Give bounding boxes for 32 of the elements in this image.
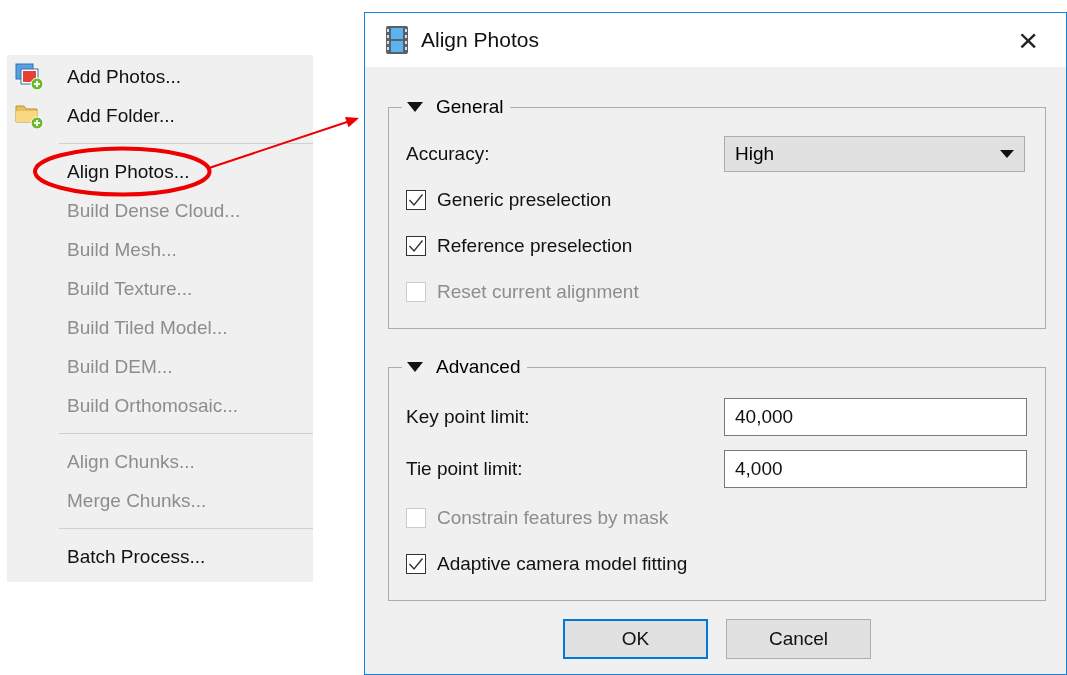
check-icon [408,193,424,207]
menu-item[interactable]: Batch Process... [67,543,206,570]
add-photos-icon [15,62,45,91]
cancel-button[interactable]: Cancel [726,619,871,659]
checkbox[interactable] [406,190,426,210]
expand-triangle-icon[interactable] [406,101,424,113]
ok-button[interactable]: OK [563,619,708,659]
caret-icon [1000,150,1014,158]
checkbox[interactable] [406,236,426,256]
check-icon [408,557,424,571]
checkbox-label: Constrain features by mask [437,507,669,529]
menu-item[interactable]: Add Folder... [67,102,175,129]
checkbox-label: Adaptive camera model fitting [437,553,688,575]
input-field[interactable]: 4,000 [724,450,1027,488]
film-icon [385,25,409,55]
menu-item[interactable]: Add Photos... [67,63,182,90]
field-label: Accuracy: [406,143,491,165]
checkbox-label: Generic preselection [437,189,612,211]
group-title: General [436,96,504,118]
field-label: Tie point limit: [406,458,524,480]
input-field[interactable]: 40,000 [724,398,1027,436]
field-label: Key point limit: [406,406,531,428]
window-title: Align Photos [421,28,539,52]
close-button[interactable]: × [1018,23,1038,57]
expand-triangle-icon[interactable] [406,361,424,373]
checkbox-label: Reset current alignment [437,281,639,303]
group-title: Advanced [436,356,521,378]
menu-item[interactable]: Align Photos... [67,158,190,185]
check-icon [408,239,424,253]
checkbox-label: Reference preselection [437,235,633,257]
accuracy-dropdown[interactable]: High [724,136,1025,172]
checkbox[interactable] [406,554,426,574]
